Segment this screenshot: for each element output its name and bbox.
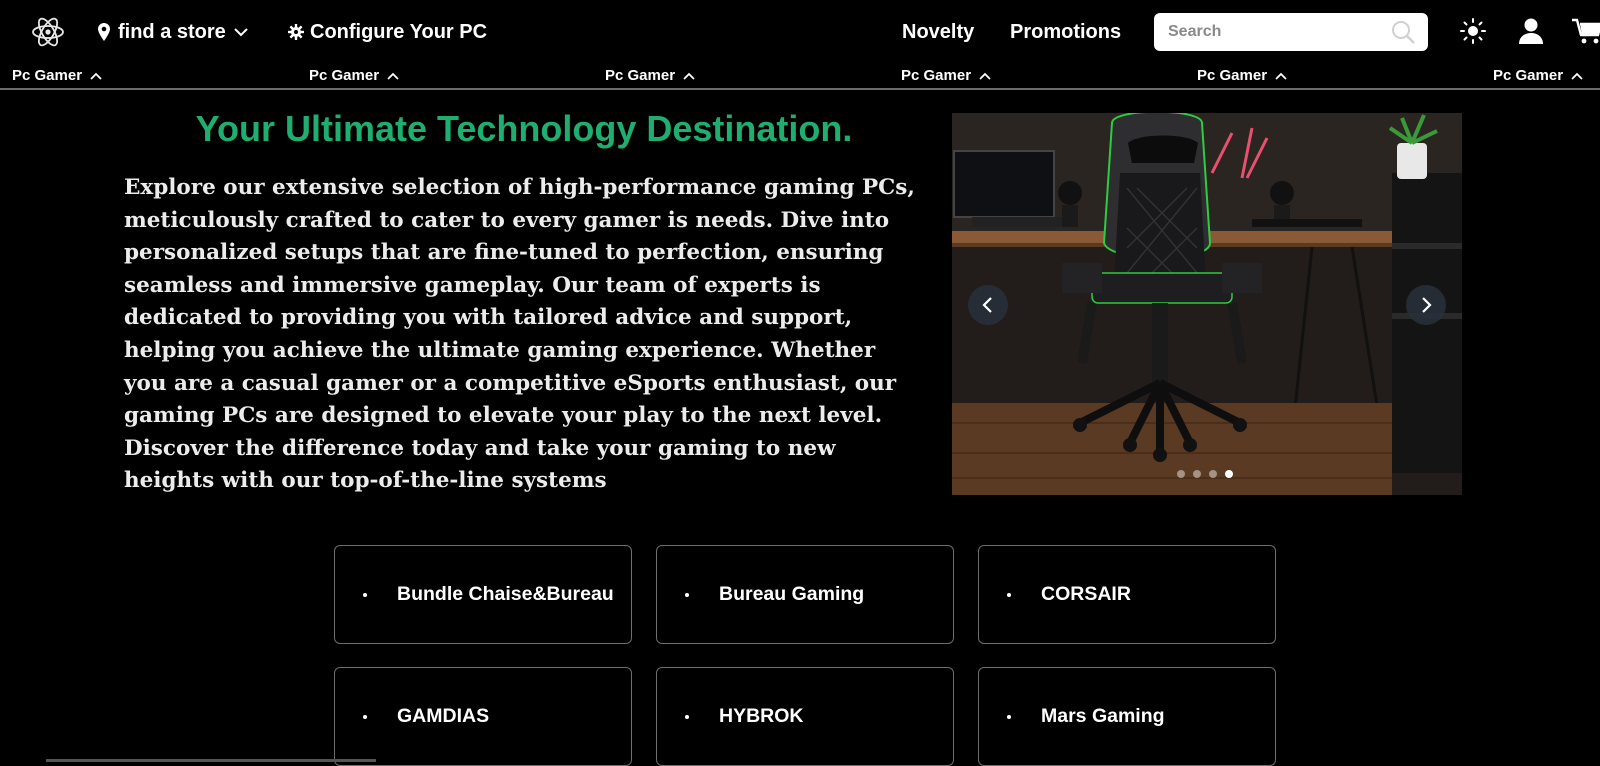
brand-card[interactable]: CORSAIR	[978, 545, 1276, 644]
atom-logo-icon[interactable]	[30, 14, 66, 50]
brand-label: Bureau Gaming	[719, 583, 865, 605]
sun-icon[interactable]	[1458, 16, 1488, 46]
chevron-up-icon	[979, 67, 991, 84]
gear-icon	[288, 24, 304, 40]
gaming-chair-image	[952, 113, 1462, 495]
brand-label: GAMDIAS	[397, 705, 490, 727]
brand-label: Mars Gaming	[1041, 705, 1165, 727]
brand-label: Bundle Chaise&Bureau	[397, 583, 614, 605]
brand-card[interactable]: Bundle Chaise&Bureau	[334, 545, 632, 644]
category-label: Pc Gamer	[309, 67, 380, 84]
carousel-dot[interactable]	[1177, 470, 1185, 478]
category-pc-gamer[interactable]: Pc Gamer	[605, 67, 695, 84]
category-label: Pc Gamer	[12, 67, 83, 84]
bullet-icon	[1007, 592, 1011, 597]
search-icon[interactable]	[1390, 19, 1416, 50]
bullet-icon	[363, 714, 367, 719]
image-carousel	[952, 113, 1462, 495]
category-label: Pc Gamer	[1197, 67, 1268, 84]
bullet-icon	[685, 592, 689, 597]
chevron-up-icon	[683, 67, 695, 84]
chevron-up-icon	[90, 67, 102, 84]
category-label: Pc Gamer	[901, 67, 972, 84]
category-bar: Pc Gamer Pc Gamer Pc Gamer Pc Gamer Pc G…	[0, 64, 1600, 90]
chevron-right-icon	[1419, 296, 1433, 314]
brand-card[interactable]: Bureau Gaming	[656, 545, 954, 644]
search-bar	[1154, 13, 1428, 51]
category-label: Pc Gamer	[605, 67, 676, 84]
category-pc-gamer[interactable]: Pc Gamer	[309, 67, 399, 84]
category-label: Pc Gamer	[1493, 67, 1564, 84]
category-pc-gamer[interactable]: Pc Gamer	[1197, 67, 1287, 84]
carousel-dot[interactable]	[1193, 470, 1201, 478]
category-pc-gamer[interactable]: Pc Gamer	[12, 67, 102, 84]
brand-label: CORSAIR	[1041, 583, 1131, 605]
map-pin-icon	[98, 23, 110, 41]
chevron-up-icon	[1275, 67, 1287, 84]
brand-label: HYBROK	[719, 705, 804, 727]
carousel-indicators	[1177, 470, 1233, 478]
configure-pc-label: Configure Your PC	[310, 20, 488, 43]
nav-novelty-link[interactable]: Novelty	[902, 18, 974, 46]
top-navigation-bar: find a store Configure Your PC Novelty P…	[0, 0, 1600, 64]
category-pc-gamer[interactable]: Pc Gamer	[901, 67, 991, 84]
carousel-dot-active[interactable]	[1225, 470, 1233, 478]
bullet-icon	[685, 714, 689, 719]
brand-card[interactable]: GAMDIAS	[334, 667, 632, 766]
chevron-down-icon	[234, 27, 248, 37]
brand-card[interactable]: Mars Gaming	[978, 667, 1276, 766]
category-pc-gamer[interactable]: Pc Gamer	[1493, 67, 1583, 84]
user-icon[interactable]	[1516, 16, 1546, 46]
cart-icon[interactable]	[1572, 16, 1600, 46]
hero-title: Your Ultimate Technology Destination.	[195, 108, 853, 149]
chevron-left-icon	[981, 296, 995, 314]
nav-promotions-link[interactable]: Promotions	[1010, 18, 1121, 46]
bullet-icon	[363, 592, 367, 597]
search-input[interactable]	[1166, 22, 1380, 42]
carousel-prev-button[interactable]	[968, 285, 1008, 325]
carousel-next-button[interactable]	[1406, 285, 1446, 325]
carousel-dot[interactable]	[1209, 470, 1217, 478]
find-store-dropdown[interactable]: find a store	[98, 18, 248, 46]
configure-pc-link[interactable]: Configure Your PC	[288, 18, 487, 46]
brand-card[interactable]: HYBROK	[656, 667, 954, 766]
chevron-up-icon	[387, 67, 399, 84]
chevron-up-icon	[1571, 67, 1583, 84]
bullet-icon	[1007, 714, 1011, 719]
find-store-label: find a store	[118, 20, 226, 43]
hero-description: Explore our extensive selection of high-…	[124, 175, 915, 494]
